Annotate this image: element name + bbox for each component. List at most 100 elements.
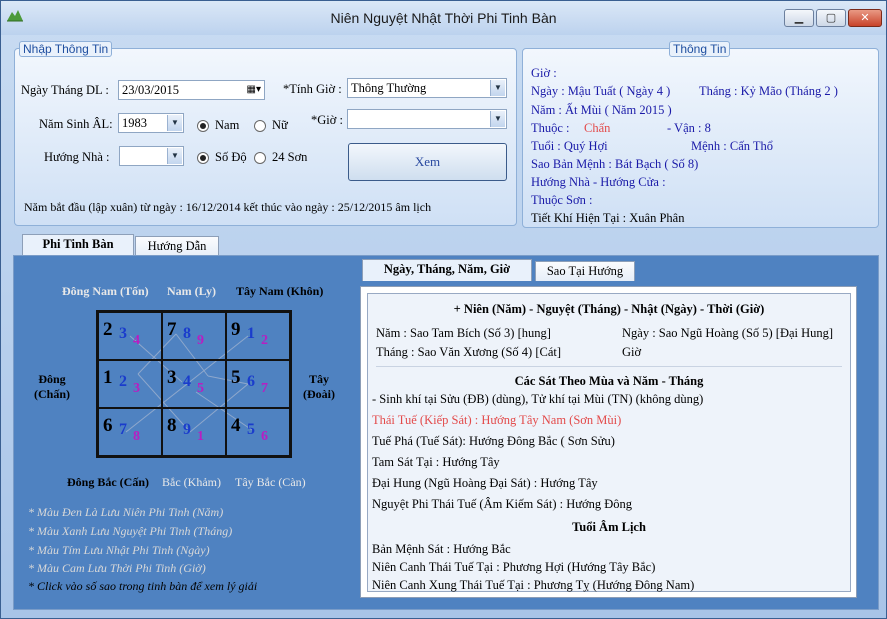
month-star: Tháng : Sao Văn Xương (Số 4) [Cát] xyxy=(376,345,562,359)
month-star-number[interactable]: 8 xyxy=(183,325,191,343)
direction-southwest: Tây Nam (Khôn) xyxy=(236,284,324,298)
legend-note-month: * Màu Xanh Lưu Nguyệt Phi Tinh (Tháng) xyxy=(28,524,233,538)
info-group-legend: Thông Tin xyxy=(669,41,731,57)
info-mountain: Thuộc Sơn : xyxy=(531,193,593,207)
age-line: Niên Canh Thái Tuế Tại : Phương Hợi (Hướ… xyxy=(372,560,656,574)
sat-line: Thái Tuế (Kiếp Sát) : Hướng Tây Nam (Sơn… xyxy=(372,413,622,427)
tab-guide[interactable]: Hướng Dẫn xyxy=(135,236,219,256)
day-star-number[interactable]: 4 xyxy=(133,333,140,349)
info-hour: Giờ : xyxy=(531,66,557,80)
year-star-number[interactable]: 3 xyxy=(167,367,177,389)
grid-cell[interactable]: 234 xyxy=(98,312,162,360)
birth-year-select[interactable]: 1983 ▼ xyxy=(118,113,184,133)
grid-cell[interactable]: 912 xyxy=(226,312,290,360)
month-star-number[interactable]: 4 xyxy=(183,373,191,391)
date-value: 23/03/2015 xyxy=(122,83,179,97)
info-belong-value: Chấn xyxy=(584,121,611,135)
info-belong-label: Thuộc : xyxy=(531,121,570,135)
gender-female-radio[interactable] xyxy=(254,120,266,132)
hour-calc-value: Thông Thường xyxy=(351,81,427,95)
close-button[interactable]: ✕ xyxy=(848,9,882,27)
month-star-number[interactable]: 2 xyxy=(119,373,127,391)
gender-male-label: Nam xyxy=(215,118,240,132)
month-star-number[interactable]: 3 xyxy=(119,325,127,343)
grid-cell[interactable]: 789 xyxy=(162,312,226,360)
grid-cell[interactable]: 123 xyxy=(98,360,162,408)
grid-cell[interactable]: 456 xyxy=(226,408,290,456)
info-house-door-direction: Hướng Nhà - Hướng Cửa : xyxy=(531,175,666,189)
window-title: Niên Nguyệt Nhật Thời Phi Tinh Bàn xyxy=(330,10,557,26)
sat-line: Nguyệt Phi Thái Tuế (Âm Kiếm Sát) : Hướn… xyxy=(372,497,633,511)
year-star-number[interactable]: 8 xyxy=(167,415,177,437)
month-star-number[interactable]: 6 xyxy=(247,373,255,391)
year-star-number[interactable]: 4 xyxy=(231,415,241,437)
month-star-number[interactable]: 1 xyxy=(247,325,255,343)
year-star-number[interactable]: 7 xyxy=(167,319,177,341)
tab-flying-star-chart[interactable]: Phi Tinh Bàn xyxy=(22,234,134,256)
gender-male-radio[interactable] xyxy=(197,120,209,132)
birth-year-label: Năm Sinh ÂL: xyxy=(39,117,113,131)
grid-cell[interactable]: 891 xyxy=(162,408,226,456)
sat-line: Tam Sát Tại : Hướng Tây xyxy=(372,455,500,469)
year-star-number[interactable]: 5 xyxy=(231,367,241,389)
month-star-number[interactable]: 9 xyxy=(183,421,191,439)
details-heading: + Niên (Năm) - Nguyệt (Tháng) - Nhật (Ng… xyxy=(453,302,765,316)
grid-cell[interactable]: 678 xyxy=(98,408,162,456)
info-group: Thông Tin Giờ : Ngày : Mậu Tuất ( Ngày 4… xyxy=(522,41,879,228)
chevron-down-icon[interactable]: ▼ xyxy=(167,148,182,164)
direction-northeast: Đông Bắc (Cấn) xyxy=(67,475,150,489)
degree-label: Số Độ xyxy=(215,150,247,164)
maximize-button[interactable]: ▢ xyxy=(816,9,846,27)
flying-star-grid: 234789912123345567678891456 xyxy=(96,310,292,458)
minimize-button[interactable]: ▁ xyxy=(784,9,814,27)
age-line: Niên Canh Xung Thái Tuế Tại : Phương Tỵ … xyxy=(372,578,695,592)
house-direction-label: Hướng Nhà : xyxy=(44,150,110,164)
day-star-number[interactable]: 2 xyxy=(261,333,268,349)
input-group: Nhập Thông Tin Ngày Tháng DL : 23/03/201… xyxy=(14,41,517,226)
year-star-number[interactable]: 1 xyxy=(103,367,113,389)
degree-radio[interactable] xyxy=(197,152,209,164)
day-star-number[interactable]: 7 xyxy=(261,381,268,397)
house-direction-select[interactable]: ▼ xyxy=(119,146,184,166)
grid-cell[interactable]: 345 xyxy=(162,360,226,408)
hour-select[interactable]: ▼ xyxy=(347,109,507,129)
view-button[interactable]: Xem xyxy=(348,143,507,181)
day-star: Ngày : Sao Ngũ Hoàng (Số 5) [Đại Hung] xyxy=(622,326,834,340)
year-star-number[interactable]: 6 xyxy=(103,415,113,437)
info-period: - Vận : 8 xyxy=(667,121,711,135)
grid-cell[interactable]: 567 xyxy=(226,360,290,408)
legend-note-day: * Màu Tím Lưu Nhật Phi Tinh (Ngày) xyxy=(28,543,210,557)
direction-northwest: Tây Bắc (Càn) xyxy=(235,475,306,489)
tab-date-time[interactable]: Ngày, Tháng, Năm, Giờ xyxy=(362,259,532,281)
info-solar-term: Tiết Khí Hiện Tại : Xuân Phân xyxy=(531,211,685,225)
chevron-down-icon[interactable]: ▼ xyxy=(490,80,505,96)
details-panel: + Niên (Năm) - Nguyệt (Tháng) - Nhật (Ng… xyxy=(360,286,857,598)
year-star-number[interactable]: 9 xyxy=(231,319,241,341)
day-star-number[interactable]: 1 xyxy=(197,429,204,445)
tab-stars-by-direction[interactable]: Sao Tại Hướng xyxy=(535,261,635,281)
info-month: Tháng : Kỷ Mão (Tháng 2 ) xyxy=(699,84,838,98)
month-star-number[interactable]: 5 xyxy=(247,421,255,439)
hour-calc-select[interactable]: Thông Thường ▼ xyxy=(347,78,507,98)
divider xyxy=(376,366,842,367)
direction-southeast: Đông Nam (Tốn) xyxy=(62,284,149,298)
date-picker[interactable]: 23/03/2015 ▦▾ xyxy=(118,80,265,100)
day-star-number[interactable]: 6 xyxy=(261,429,268,445)
day-star-number[interactable]: 3 xyxy=(133,381,140,397)
info-age: Tuổi : Quý Hợi xyxy=(531,139,608,153)
day-star-number[interactable]: 5 xyxy=(197,381,204,397)
direction-east: Đông (Chấn) xyxy=(34,372,71,401)
lunar-age-heading: Tuổi Âm Lịch xyxy=(572,520,646,534)
details-box: + Niên (Năm) - Nguyệt (Tháng) - Nhật (Ng… xyxy=(367,293,851,592)
hour-calc-label: *Tính Giờ : xyxy=(283,82,342,96)
info-destiny: Mệnh : Cấn Thổ xyxy=(691,139,774,153)
day-star-number[interactable]: 8 xyxy=(133,429,140,445)
date-label: Ngày Tháng DL : xyxy=(21,83,109,97)
chevron-down-icon[interactable]: ▼ xyxy=(167,115,182,131)
mountains-radio[interactable] xyxy=(254,152,266,164)
year-star-number[interactable]: 2 xyxy=(103,319,113,341)
month-star-number[interactable]: 7 xyxy=(119,421,127,439)
day-star-number[interactable]: 9 xyxy=(197,333,204,349)
chevron-down-icon[interactable]: ▼ xyxy=(490,111,505,127)
calendar-dropdown-icon[interactable]: ▦▾ xyxy=(247,82,261,98)
